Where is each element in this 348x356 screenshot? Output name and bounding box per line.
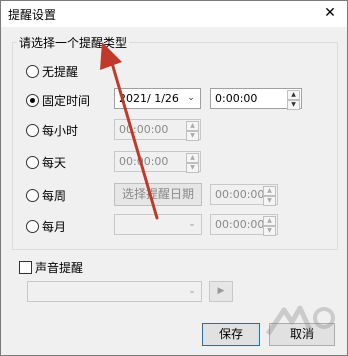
time-spinner[interactable]: ▲ ▼ (186, 121, 199, 141)
chevron-down-icon[interactable]: ⌄ (184, 90, 198, 107)
play-sound-button[interactable]: ▶ (209, 281, 233, 302)
radio-label: 每月 (42, 220, 67, 234)
daily-time-value: 00:00:00 (119, 155, 169, 168)
radio-label: 每天 (42, 156, 67, 170)
hourly-time-input[interactable]: 00:00:00 ▲ ▼ (114, 119, 201, 141)
weekly-time-input[interactable]: 00:00:00 ▲ ▼ (210, 184, 278, 206)
radio-monthly[interactable]: 每月 (26, 218, 66, 235)
hourly-time-value: 00:00:00 (119, 123, 169, 136)
close-icon[interactable]: ✕ (321, 4, 339, 22)
fixed-date-picker[interactable]: 2021/ 1/26 ⌄ (114, 88, 201, 109)
spin-down-icon[interactable]: ▼ (186, 163, 199, 173)
spin-down-icon[interactable]: ▼ (263, 196, 276, 206)
radio-fixed-time[interactable]: 固定时间 (26, 92, 90, 109)
weekly-time-value: 00:00:00 (215, 188, 265, 201)
spin-up-icon[interactable]: ▲ (263, 216, 276, 226)
radio-label: 每小时 (42, 124, 79, 138)
radio-label: 无提醒 (42, 65, 79, 79)
monthly-time-value: 00:00:00 (215, 218, 265, 231)
spin-down-icon[interactable]: ▼ (263, 226, 276, 236)
radio-button[interactable] (26, 124, 39, 137)
radio-button[interactable] (26, 156, 39, 169)
spin-up-icon[interactable]: ▲ (263, 186, 276, 196)
checkbox-box[interactable] (19, 261, 32, 274)
time-spinner[interactable]: ▲ ▼ (186, 153, 199, 173)
radio-button[interactable] (26, 94, 39, 107)
radio-label: 固定时间 (42, 94, 91, 108)
fixed-time-input[interactable]: 0:00:00 ▲ ▼ (210, 88, 302, 110)
fixed-date-value: 2021/ 1/26 (119, 92, 179, 105)
chevron-down-icon[interactable]: ⌄ (185, 283, 199, 300)
radio-button[interactable] (26, 189, 39, 202)
group-title: 请选择一个提醒类型 (17, 34, 130, 51)
radio-hourly[interactable]: 每小时 (26, 122, 78, 139)
radio-label: 每周 (42, 189, 67, 203)
radio-no-reminder[interactable]: 无提醒 (26, 63, 78, 80)
radio-button[interactable] (26, 220, 39, 233)
save-button[interactable]: 保存 (202, 323, 260, 346)
radio-daily[interactable]: 每天 (26, 154, 66, 171)
fixed-time-value: 0:00:00 (215, 92, 258, 105)
spin-up-icon[interactable]: ▲ (287, 90, 300, 100)
spin-up-icon[interactable]: ▲ (186, 121, 199, 131)
sound-reminder-label: 声音提醒 (35, 261, 84, 275)
window-title: 提醒设置 (8, 8, 57, 22)
time-spinner[interactable]: ▲ ▼ (263, 216, 276, 236)
monthly-day-select[interactable]: ⌄ (114, 214, 202, 235)
monthly-time-input[interactable]: 00:00:00 ▲ ▼ (210, 214, 278, 236)
time-spinner[interactable]: ▲ ▼ (287, 90, 300, 110)
chevron-down-icon[interactable]: ⌄ (185, 216, 199, 233)
spin-down-icon[interactable]: ▼ (186, 131, 199, 141)
radio-button[interactable] (26, 65, 39, 78)
watermark-logo (265, 305, 335, 336)
spin-down-icon[interactable]: ▼ (287, 100, 300, 110)
sound-reminder-checkbox[interactable]: 声音提醒 (19, 259, 83, 276)
spin-up-icon[interactable]: ▲ (186, 153, 199, 163)
time-spinner[interactable]: ▲ ▼ (263, 186, 276, 206)
sound-select[interactable]: ⌄ (27, 281, 202, 302)
select-date-button[interactable]: 选择提醒日期 (114, 183, 202, 206)
title-bar[interactable]: 提醒设置 ✕ (1, 1, 347, 27)
daily-time-input[interactable]: 00:00:00 ▲ ▼ (114, 151, 201, 173)
radio-weekly[interactable]: 每周 (26, 187, 66, 204)
